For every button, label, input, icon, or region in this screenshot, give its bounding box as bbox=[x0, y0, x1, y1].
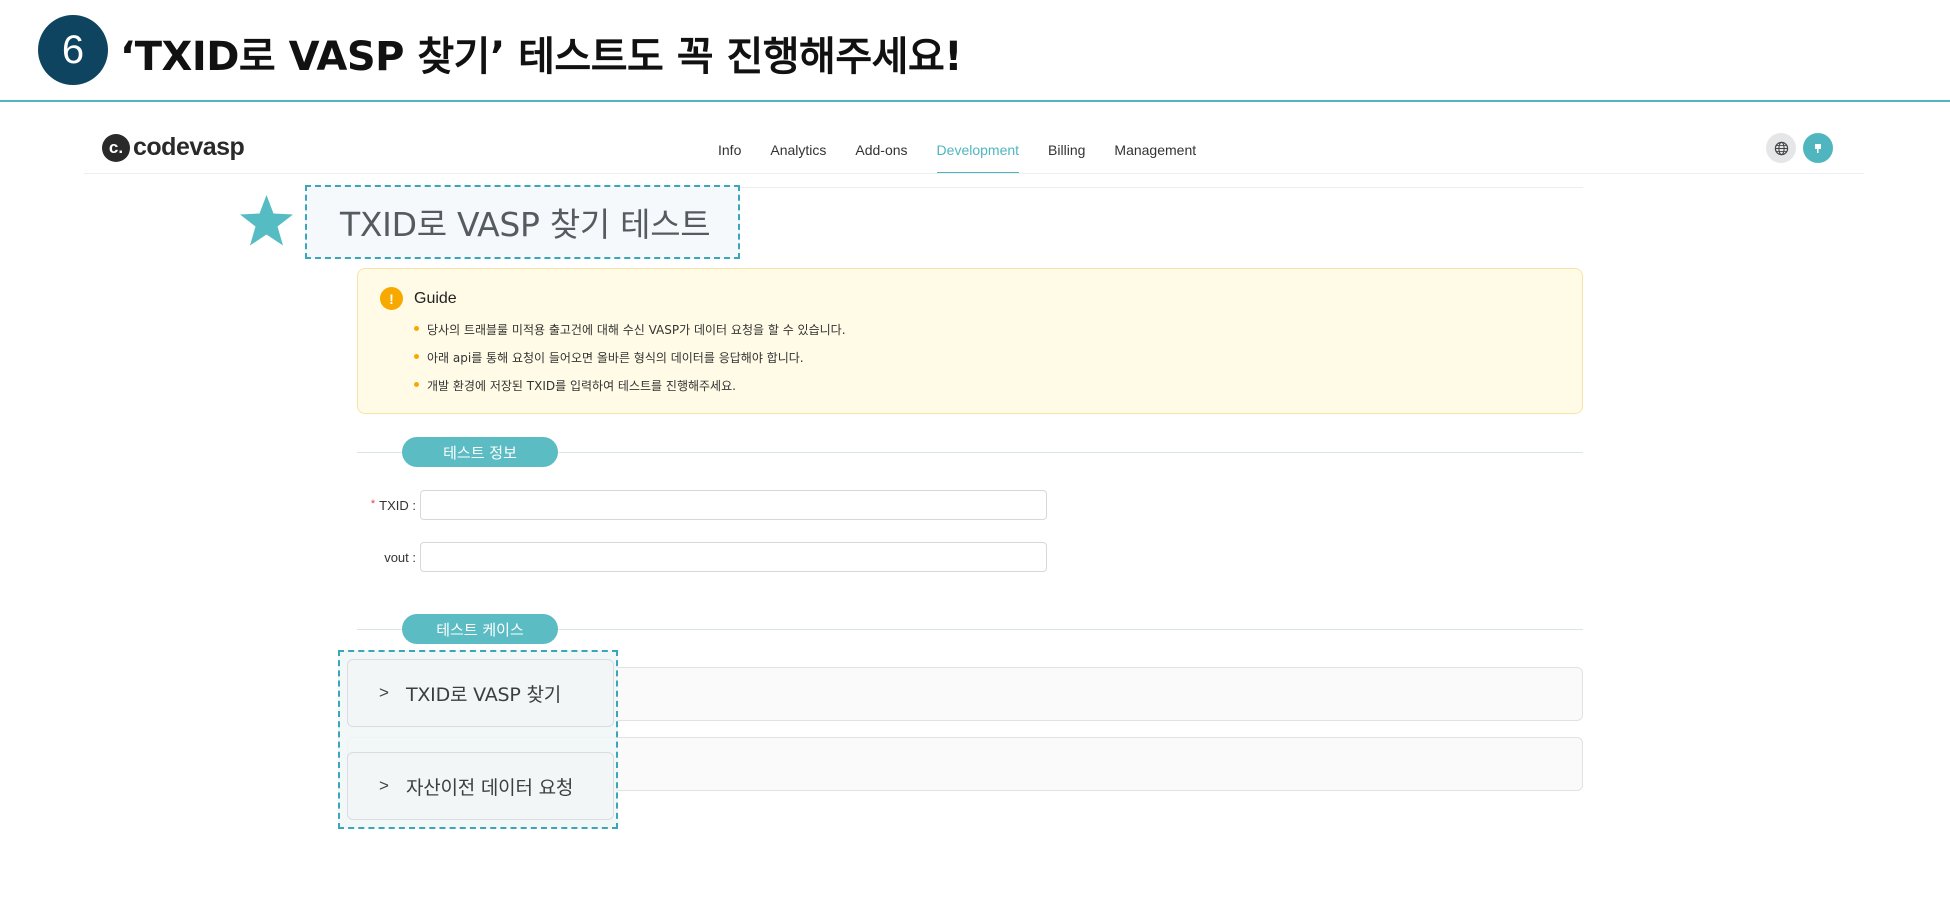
nav-divider bbox=[84, 173, 1864, 174]
nav-item-analytics[interactable]: Analytics bbox=[770, 126, 826, 174]
guide-item: 당사의 트래블룰 미적용 출고건에 대해 수신 VASP가 데이터 요청을 할 … bbox=[414, 321, 846, 349]
guide-list: 당사의 트래블룰 미적용 출고건에 대해 수신 VASP가 데이터 요청을 할 … bbox=[414, 321, 846, 405]
bullet-icon bbox=[414, 354, 419, 359]
codevasp-logo[interactable]: c. codevasp bbox=[102, 133, 245, 162]
guide-item: 개발 환경에 저장된 TXID를 입력하여 테스트를 진행해주세요. bbox=[414, 377, 846, 405]
nav-item-development[interactable]: Development bbox=[936, 126, 1019, 174]
globe-icon bbox=[1774, 141, 1788, 155]
test-cases-label: 테스트 케이스 bbox=[402, 614, 558, 644]
logo-mark: c. bbox=[102, 133, 130, 162]
bullet-icon bbox=[414, 326, 419, 331]
logo-text: codevasp bbox=[133, 133, 245, 161]
test-info-section-header: 테스트 정보 bbox=[357, 437, 1583, 467]
vout-label: vout : bbox=[384, 549, 416, 565]
warning-icon: ! bbox=[380, 287, 403, 310]
nav-item-info[interactable]: Info bbox=[718, 126, 741, 174]
user-flag-icon bbox=[1815, 144, 1821, 153]
bullet-icon bbox=[414, 382, 419, 387]
chevron-right-icon: > bbox=[379, 776, 389, 795]
slide-divider bbox=[0, 100, 1950, 102]
txid-row: * TXID : bbox=[357, 490, 1047, 520]
step-number-badge: 6 bbox=[38, 15, 108, 85]
nav-item-billing[interactable]: Billing bbox=[1048, 126, 1085, 174]
star-icon bbox=[240, 195, 293, 246]
user-avatar[interactable] bbox=[1803, 133, 1833, 163]
test-case-txid-vasp[interactable]: > TXID로 VASP 찾기 bbox=[347, 659, 614, 727]
test-case-label: TXID로 VASP 찾기 bbox=[405, 683, 562, 706]
guide-item: 아래 api를 통해 요청이 들어오면 올바른 형식의 데이터를 응답해야 합니… bbox=[414, 349, 846, 377]
vout-row: vout : bbox=[357, 542, 1047, 572]
language-button[interactable] bbox=[1766, 133, 1796, 163]
vout-input[interactable] bbox=[420, 542, 1047, 572]
page-title-highlight: TXID로 VASP 찾기 테스트 bbox=[305, 185, 740, 259]
test-info-label: 테스트 정보 bbox=[402, 437, 558, 467]
nav-item-add-ons[interactable]: Add-ons bbox=[855, 126, 907, 174]
guide-title: Guide bbox=[414, 290, 457, 307]
txid-input[interactable] bbox=[420, 490, 1047, 520]
guide-box: ! Guide 당사의 트래블룰 미적용 출고건에 대해 수신 VASP가 데이… bbox=[357, 268, 1583, 414]
test-cases-highlight: > TXID로 VASP 찾기 > 자산이전 데이터 요청 bbox=[338, 650, 618, 829]
test-cases-section-header: 테스트 케이스 bbox=[357, 614, 1583, 644]
test-case-asset-transfer[interactable]: > 자산이전 데이터 요청 bbox=[347, 752, 614, 820]
required-mark: * bbox=[370, 497, 376, 510]
txid-label: * TXID : bbox=[370, 497, 416, 513]
slide-title: ‘TXID로 VASP 찾기’ 테스트도 꼭 진행해주세요! bbox=[120, 34, 963, 80]
page-title: TXID로 VASP 찾기 테스트 bbox=[340, 205, 711, 244]
chevron-right-icon: > bbox=[379, 683, 389, 702]
nav-item-management[interactable]: Management bbox=[1114, 126, 1196, 174]
main-nav: Info Analytics Add-ons Development Billi… bbox=[718, 126, 1225, 174]
test-case-label: 자산이전 데이터 요청 bbox=[405, 776, 574, 799]
